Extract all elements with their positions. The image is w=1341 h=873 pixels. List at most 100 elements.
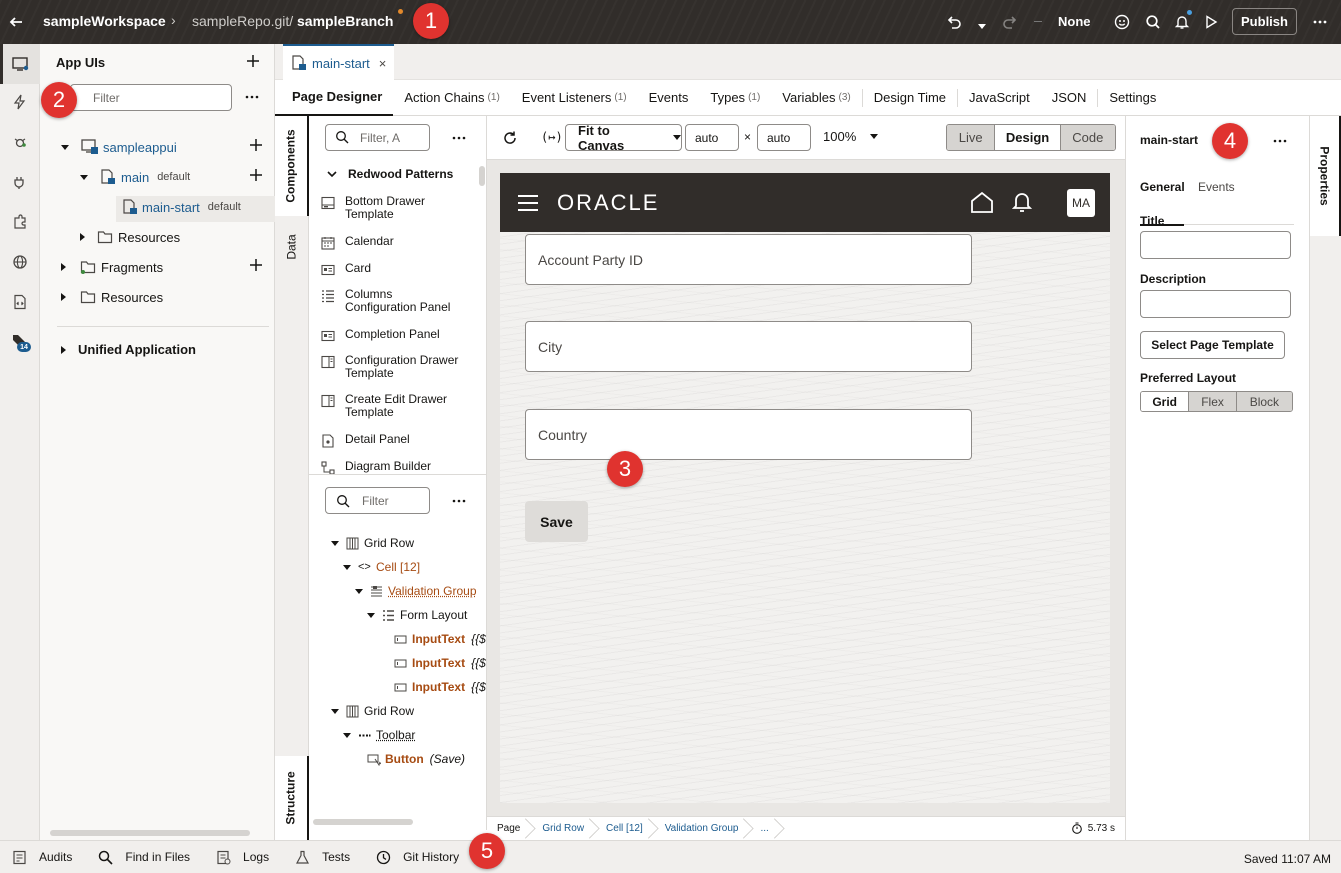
find-in-files-button[interactable]: Find in Files: [98, 850, 190, 865]
side-tab-structure[interactable]: Structure: [275, 756, 309, 840]
expand-caret-icon[interactable]: [367, 612, 375, 618]
tab-events[interactable]: Events: [1198, 180, 1235, 194]
hamburger-menu-icon[interactable]: [517, 194, 539, 212]
git-history-button[interactable]: Git History: [376, 850, 459, 865]
tab-json[interactable]: JSON: [1041, 80, 1098, 116]
mode-design[interactable]: Design: [994, 125, 1060, 150]
smiley-icon[interactable]: [1112, 12, 1132, 32]
branch-name[interactable]: sampleBranch: [297, 13, 393, 29]
save-button[interactable]: Save: [525, 501, 588, 542]
city-field[interactable]: City: [525, 321, 972, 372]
mode-code[interactable]: Code: [1059, 125, 1115, 150]
tab-javascript[interactable]: JavaScript: [958, 80, 1041, 116]
tab-action-chains[interactable]: Action Chains (1): [393, 80, 510, 116]
audits-button[interactable]: Audits: [12, 850, 72, 865]
structure-node-validation-group[interactable]: Validation Group: [355, 584, 477, 598]
none-label[interactable]: None: [1058, 14, 1091, 29]
add-fragment-icon[interactable]: [248, 257, 264, 273]
undo-dropdown-icon[interactable]: [978, 17, 986, 32]
properties-more-icon[interactable]: [1272, 133, 1288, 149]
mode-live[interactable]: Live: [947, 125, 995, 150]
collapse-caret-icon[interactable]: [80, 233, 85, 241]
breadcrumb-validation-group[interactable]: Validation Group: [653, 817, 749, 841]
tab-events[interactable]: Events: [638, 80, 700, 116]
palette-item-bottom-drawer[interactable]: Bottom Drawer Template: [321, 195, 425, 221]
structure-node-button[interactable]: Button (Save): [367, 752, 465, 766]
tab-variables[interactable]: Variables (3): [771, 80, 861, 116]
account-party-id-field[interactable]: Account Party ID: [525, 234, 972, 285]
height-input[interactable]: auto: [757, 124, 811, 151]
filter-input[interactable]: Filter: [70, 84, 232, 111]
palette-more-icon[interactable]: [451, 130, 467, 146]
publish-button[interactable]: Publish: [1232, 8, 1297, 35]
tree-item-fragments[interactable]: Fragments: [61, 259, 163, 275]
title-input[interactable]: [1140, 231, 1291, 259]
width-input[interactable]: auto: [685, 124, 739, 151]
undo-icon[interactable]: [944, 12, 964, 32]
fit-to-canvas-select[interactable]: Fit to Canvas: [565, 123, 682, 153]
tab-event-listeners[interactable]: Event Listeners (1): [511, 80, 638, 116]
palette-group-redwood-patterns[interactable]: Redwood Patterns: [327, 167, 453, 181]
structure-node-inputtext[interactable]: InputText {{$: [394, 656, 486, 670]
palette-item-configuration-drawer[interactable]: Configuration Drawer Template: [321, 354, 458, 380]
services-icon[interactable]: [10, 132, 30, 152]
tree-item-resources[interactable]: Resources: [61, 289, 163, 305]
tree-item-main[interactable]: main default: [80, 169, 190, 185]
variables-icon[interactable]: (↦): [541, 130, 563, 144]
structure-node-toolbar[interactable]: Toolbar: [343, 728, 415, 742]
redo-dropdown-icon[interactable]: [1034, 21, 1042, 22]
bell-icon[interactable]: [1012, 191, 1032, 213]
source-file-icon[interactable]: [10, 292, 30, 312]
breadcrumb-cell[interactable]: Cell [12]: [594, 817, 653, 841]
select-page-template-button[interactable]: Select Page Template: [1140, 331, 1285, 359]
palette-item-create-edit-drawer[interactable]: Create Edit Drawer Template: [321, 393, 447, 419]
more-options-icon[interactable]: [1310, 12, 1330, 32]
globe-icon[interactable]: [10, 252, 30, 272]
side-tab-data[interactable]: Data: [275, 222, 309, 272]
layout-flex[interactable]: Flex: [1188, 392, 1236, 411]
component-icon[interactable]: [10, 212, 30, 232]
search-icon[interactable]: [1143, 12, 1163, 32]
palette-item-columns-config[interactable]: Columns Configuration Panel: [321, 288, 450, 314]
file-tab-main-start[interactable]: main-start ×: [283, 44, 395, 80]
structure-node-grid-row[interactable]: Grid Row: [331, 704, 414, 718]
palette-scrollbar[interactable]: [479, 166, 485, 186]
expand-caret-icon[interactable]: [61, 144, 69, 150]
tree-item-sampleappui[interactable]: sampleappui: [61, 139, 177, 155]
tab-general[interactable]: General: [1140, 180, 1185, 194]
description-input[interactable]: [1140, 290, 1291, 318]
breadcrumb-grid-row[interactable]: Grid Row: [530, 817, 594, 841]
zoom-select[interactable]: 100%: [823, 129, 879, 144]
collapse-caret-icon[interactable]: [61, 345, 66, 354]
notifications-bell-icon[interactable]: [1172, 10, 1192, 32]
tab-settings[interactable]: Settings: [1098, 80, 1167, 116]
structure-node-form-layout[interactable]: Form Layout: [367, 608, 467, 622]
palette-item-completion-panel[interactable]: Completion Panel: [321, 328, 440, 343]
tree-item-resources-inner[interactable]: Resources: [80, 229, 180, 245]
plug-icon[interactable]: [10, 172, 30, 192]
tab-types[interactable]: Types (1): [699, 80, 771, 116]
avatar[interactable]: MA: [1067, 189, 1095, 217]
breadcrumb-more[interactable]: ...: [748, 817, 778, 841]
country-field[interactable]: Country: [525, 409, 972, 460]
lightning-icon[interactable]: [10, 92, 30, 112]
palette-item-card[interactable]: Card: [321, 262, 371, 277]
add-icon[interactable]: [245, 53, 261, 69]
home-icon[interactable]: [970, 191, 994, 213]
tree-item-main-start[interactable]: main-start default: [122, 199, 241, 215]
workspace-name[interactable]: sampleWorkspace: [43, 13, 166, 29]
side-tab-properties[interactable]: Properties: [1310, 116, 1341, 236]
run-play-icon[interactable]: [1201, 12, 1221, 32]
structure-node-cell[interactable]: <> Cell [12]: [343, 560, 420, 574]
redo-icon[interactable]: [1000, 12, 1020, 32]
panel-more-icon[interactable]: [244, 89, 260, 105]
side-tab-components[interactable]: Components: [275, 116, 309, 216]
back-arrow-icon[interactable]: [6, 12, 26, 32]
add-page-icon[interactable]: [248, 167, 264, 183]
tab-design-time[interactable]: Design Time: [863, 80, 957, 116]
structure-node-inputtext[interactable]: InputText {{$: [394, 632, 486, 646]
collapse-caret-icon[interactable]: [61, 263, 66, 271]
expand-caret-icon[interactable]: [331, 708, 339, 714]
palette-item-calendar[interactable]: Calendar: [321, 235, 394, 250]
expand-caret-icon[interactable]: [343, 564, 351, 570]
